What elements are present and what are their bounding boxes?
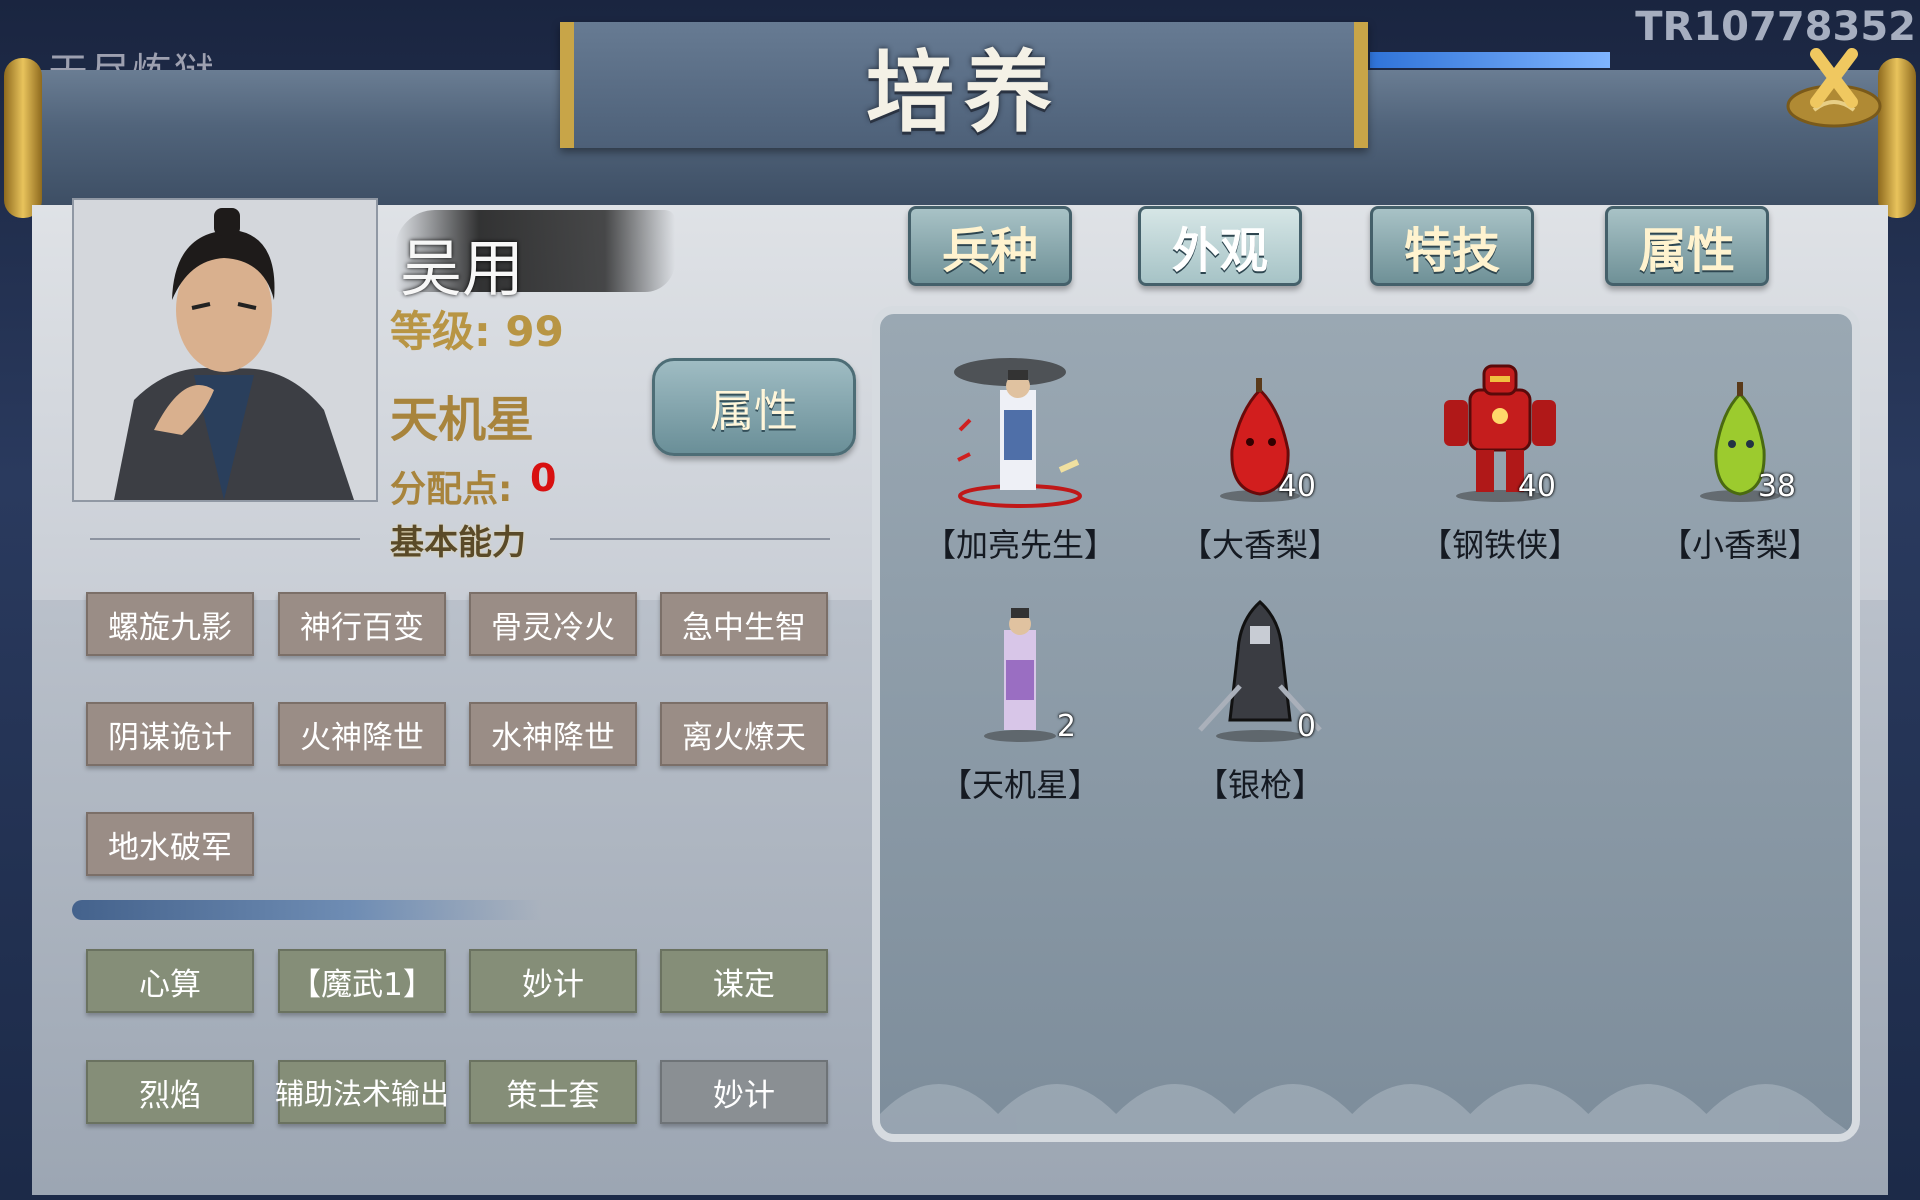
troop-sprite: 40 xyxy=(1180,350,1340,510)
passive-button[interactable]: 【魔武1】 xyxy=(278,949,446,1013)
red-pear-sprite-icon xyxy=(1220,378,1300,502)
troop-count: 38 xyxy=(1757,469,1796,504)
hero-name: 吴用 xyxy=(400,232,525,305)
troop-name: 【天机星】 xyxy=(939,766,1100,804)
page-title: 培养 xyxy=(865,39,1062,144)
troop-card[interactable]: 40 【钢铁侠】 xyxy=(1390,350,1610,566)
skill-button[interactable]: 骨灵冷火 xyxy=(469,592,637,656)
skill-button[interactable]: 神行百变 xyxy=(278,592,446,656)
troop-name: 【加亮先生】 xyxy=(923,526,1116,564)
troop-sprite: 40 xyxy=(1420,350,1580,510)
skill-button[interactable]: 水神降世 xyxy=(469,702,637,766)
troop-name: 【钢铁侠】 xyxy=(1419,526,1580,564)
tab-appearance[interactable]: 外观 xyxy=(1138,206,1302,286)
section-header-line-right xyxy=(550,538,830,540)
troop-name: 【小香梨】 xyxy=(1659,526,1820,564)
troop-sprite xyxy=(940,350,1100,510)
passive-button[interactable]: 谋定 xyxy=(660,949,828,1013)
troop-panel: 【加亮先生】 40 【大香梨】 40 【钢铁侠】 38 【小香梨】 2 【天机星… xyxy=(872,306,1860,1142)
passive-button[interactable]: 妙计 xyxy=(660,1060,828,1124)
passive-button[interactable]: 辅助法术输出 xyxy=(275,1060,449,1124)
green-pear-sprite-icon xyxy=(1700,382,1780,502)
tianji-star-sprite-icon xyxy=(984,608,1056,742)
skill-button[interactable]: 阴谋诡计 xyxy=(86,702,254,766)
troop-card[interactable]: 2 【天机星】 xyxy=(910,590,1130,806)
troop-sprite: 0 xyxy=(1180,590,1340,750)
troop-sprite: 38 xyxy=(1660,350,1820,510)
points-label: 分配点: xyxy=(390,469,513,510)
title-banner: 培养 xyxy=(560,22,1368,148)
scroll-roller-left xyxy=(4,58,42,218)
attribute-button[interactable]: 属性 xyxy=(652,358,856,456)
skill-button[interactable]: 螺旋九影 xyxy=(86,592,254,656)
skill-button[interactable]: 地水破军 xyxy=(86,812,254,876)
troop-sprite: 2 xyxy=(940,590,1100,750)
close-icon xyxy=(1786,48,1882,128)
section-title: 基本能力 xyxy=(390,523,526,563)
troop-card[interactable]: 0 【银枪】 xyxy=(1150,590,1370,806)
passive-button[interactable]: 烈焰 xyxy=(86,1060,254,1124)
skill-button[interactable]: 离火燎天 xyxy=(660,702,828,766)
hero-portrait-image xyxy=(74,200,376,500)
skill-button[interactable]: 急中生智 xyxy=(660,592,828,656)
troop-count: 2 xyxy=(1056,709,1076,744)
passive-button[interactable]: 策士套 xyxy=(469,1060,637,1124)
troop-card[interactable]: 38 【小香梨】 xyxy=(1630,350,1850,566)
hero-star: 天机星 xyxy=(390,392,535,448)
troop-card[interactable]: 40 【大香梨】 xyxy=(1150,350,1370,566)
troop-name: 【银枪】 xyxy=(1195,766,1324,804)
troop-name: 【大香梨】 xyxy=(1179,526,1340,564)
tab-attributes[interactable]: 属性 xyxy=(1605,206,1769,286)
close-button[interactable] xyxy=(1784,44,1884,134)
passive-button[interactable]: 心算 xyxy=(86,949,254,1013)
hero-portrait xyxy=(72,198,378,502)
divider-band xyxy=(72,900,542,920)
section-header-line-left xyxy=(90,538,360,540)
background-health-bar xyxy=(1370,52,1610,68)
troop-count: 40 xyxy=(1277,469,1316,504)
troop-card[interactable]: 【加亮先生】 xyxy=(910,350,1130,566)
skill-button[interactable]: 火神降世 xyxy=(278,702,446,766)
iron-armor-sprite-icon xyxy=(1444,364,1556,502)
silver-spear-sprite-icon xyxy=(1198,599,1322,742)
points-value: 0 xyxy=(530,456,557,500)
passive-button[interactable]: 妙计 xyxy=(469,949,637,1013)
troop-count: 0 xyxy=(1296,709,1316,744)
tab-troops[interactable]: 兵种 xyxy=(908,206,1072,286)
strategist-sprite-icon xyxy=(954,358,1082,508)
wave-pattern xyxy=(880,1084,1852,1134)
tab-special[interactable]: 特技 xyxy=(1370,206,1534,286)
troop-count: 40 xyxy=(1517,469,1556,504)
